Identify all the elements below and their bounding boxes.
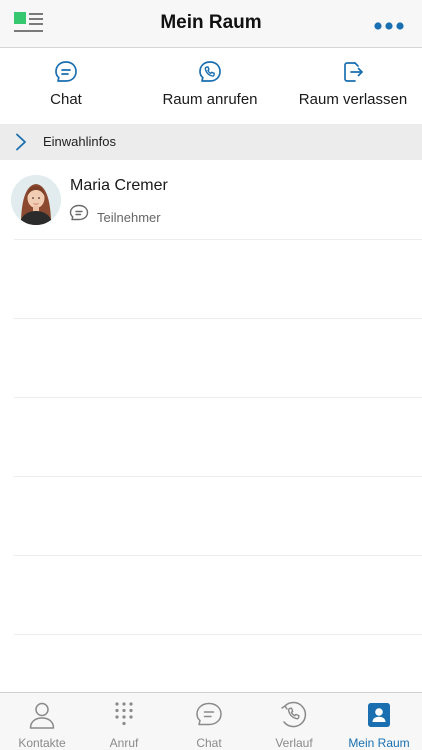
tab-bar: Kontakte Anruf Chat Verlauf Mein Raum [0,692,422,750]
tab-label: Chat [196,736,222,750]
tab-history[interactable]: Verlauf [252,693,336,750]
call-room-button[interactable]: Raum anrufen [150,48,270,124]
divider [14,239,422,240]
leave-room-button[interactable]: Raum verlassen [292,48,414,124]
tab-my-room[interactable]: Mein Raum [337,693,421,750]
divider [14,555,422,556]
tab-label: Verlauf [275,736,313,750]
history-icon [281,701,307,728]
chat-icon [55,61,77,82]
person-icon [29,702,55,729]
divider [14,318,422,319]
chat-action-label: Chat [50,91,82,108]
tab-label: Anruf [109,736,139,750]
chat-icon [196,702,222,726]
participant-name: Maria Cremer [70,177,168,194]
avatar [11,175,61,225]
phone-call-icon [199,61,221,82]
list-item[interactable]: Maria Cremer Teilnehmer [0,160,422,239]
leave-room-icon [344,62,363,82]
tab-label: Kontakte [18,736,66,750]
my-room-icon [368,703,390,727]
divider [14,397,422,398]
tab-contacts[interactable]: Kontakte [0,693,84,750]
dialpad-icon [115,702,133,726]
divider [14,634,422,635]
divider [14,476,422,477]
dialin-info-label: Einwahlinfos [43,134,116,149]
page-title: Mein Raum [160,12,262,33]
chat-action-button[interactable]: Chat [16,48,116,124]
more-button[interactable] [374,18,404,30]
tab-call[interactable]: Anruf [82,693,166,750]
leave-room-label: Raum verlassen [298,91,408,108]
header-bar: Mein Raum [0,0,422,48]
room-actions: Chat Raum anrufen Raum verlassen [0,48,422,124]
participant-role: Teilnehmer [97,210,161,225]
tab-label: Mein Raum [348,736,410,750]
chat-icon[interactable] [69,204,89,222]
dialin-info-row[interactable]: Einwahlinfos [0,124,422,160]
more-icon [374,22,404,30]
tab-chat[interactable]: Chat [167,693,251,750]
chevron-right-icon [16,133,26,151]
call-room-label: Raum anrufen [162,91,258,108]
